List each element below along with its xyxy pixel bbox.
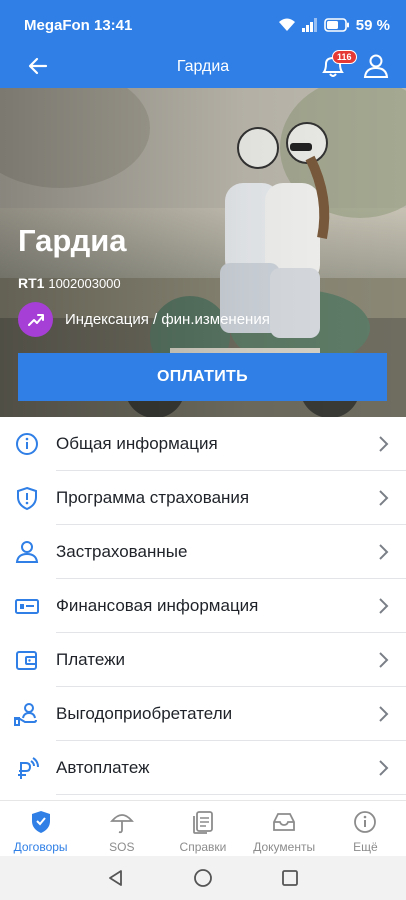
nav-sos[interactable]: SOS	[81, 801, 162, 856]
money-icon	[15, 599, 39, 614]
signal-icon	[301, 18, 317, 32]
menu-item-financial-info[interactable]: Финансовая информация	[0, 579, 406, 633]
system-home-icon[interactable]	[193, 868, 213, 888]
contract-number: RT1 1002003000	[18, 275, 121, 291]
hero-title: Гардиа	[18, 223, 127, 258]
carrier-time: MegaFon 13:41	[24, 16, 133, 34]
info-more-icon	[354, 811, 377, 833]
nav-label: Документы	[253, 840, 316, 854]
inbox-icon	[273, 813, 296, 831]
menu-item-label: Финансовая информация	[56, 596, 259, 615]
nav-contracts[interactable]: Договоры	[0, 801, 81, 856]
beneficiary-icon	[14, 703, 37, 726]
nav-label: Справки	[179, 840, 227, 854]
system-back-icon[interactable]	[106, 868, 126, 888]
ruble-autopay-icon	[18, 757, 39, 779]
wallet-icon	[16, 651, 37, 670]
system-nav-bar	[0, 856, 406, 900]
pay-button[interactable]: ОПЛАТИТЬ	[18, 353, 387, 401]
menu-item-label: Застрахованные	[56, 542, 188, 561]
menu-item-insurance-program[interactable]: Программа страхования	[0, 471, 406, 525]
nav-more[interactable]: Ещё	[325, 801, 406, 856]
indexation-label: Индексация / фин.изменения	[65, 311, 270, 328]
nav-label: SOS	[109, 840, 135, 854]
chevron-right-icon	[379, 598, 389, 614]
hero-banner: Гардиа RT1 1002003000 Индексация / фин.и…	[0, 88, 406, 417]
notification-badge: 116	[332, 50, 357, 64]
menu-item-payments[interactable]: Платежи	[0, 633, 406, 687]
menu-item-label: Программа страхования	[56, 488, 250, 507]
chevron-right-icon	[379, 706, 389, 722]
menu-item-label: Выгодоприобретатели	[56, 704, 233, 723]
divider	[56, 794, 406, 795]
nav-documents[interactable]: Документы	[244, 801, 325, 856]
contract-shield-icon	[31, 811, 50, 833]
contract-digits: 1002003000	[48, 276, 121, 291]
battery-percent: 59 %	[355, 16, 390, 34]
person-icon	[15, 541, 39, 563]
documents-icon	[193, 811, 213, 834]
menu-item-label: Общая информация	[56, 434, 218, 453]
system-recents-icon[interactable]	[280, 868, 300, 888]
contract-prefix: RT1	[18, 275, 45, 291]
menu-item-beneficiaries[interactable]: Выгодоприобретатели	[0, 687, 406, 741]
chevron-right-icon	[379, 652, 389, 668]
wifi-icon	[278, 18, 295, 31]
shield-icon	[17, 486, 37, 511]
user-profile-icon[interactable]	[362, 52, 390, 80]
menu-item-label: Автоплатеж	[56, 758, 150, 777]
menu-item-insured[interactable]: Застрахованные	[0, 525, 406, 579]
bottom-nav: Договоры SOS Справки Документы Ещё	[0, 800, 406, 856]
app-bar: Гардиа 116	[0, 44, 406, 88]
menu-item-label: Платежи	[56, 650, 125, 669]
chevron-right-icon	[379, 760, 389, 776]
info-icon	[16, 433, 38, 455]
notifications-button[interactable]: 116	[320, 50, 357, 80]
umbrella-icon	[109, 814, 134, 834]
trend-up-icon	[18, 302, 53, 337]
indexation-link[interactable]: Индексация / фин.изменения	[18, 302, 270, 337]
menu-item-autopay[interactable]: Автоплатеж	[0, 741, 406, 795]
nav-label: Ещё	[353, 840, 378, 854]
policy-menu: Общая информация Программа страхования З…	[0, 417, 406, 795]
chevron-right-icon	[379, 490, 389, 506]
status-icons: 59 %	[278, 17, 390, 34]
battery-icon	[323, 18, 349, 32]
nav-label: Договоры	[13, 840, 68, 854]
chevron-right-icon	[379, 544, 389, 560]
chevron-right-icon	[379, 436, 389, 452]
status-bar: MegaFon 13:41 59 %	[0, 0, 406, 50]
nav-certificates[interactable]: Справки	[162, 801, 243, 856]
menu-item-general-info[interactable]: Общая информация	[0, 417, 406, 471]
